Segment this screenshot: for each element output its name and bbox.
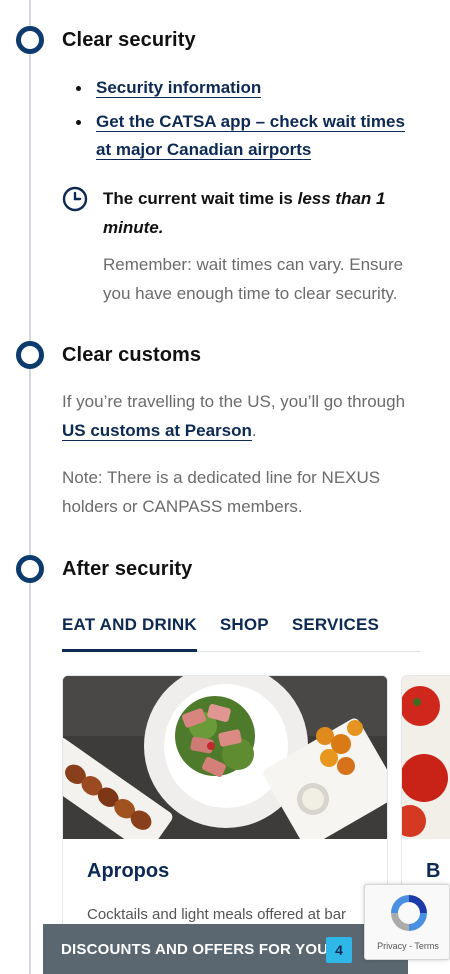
venue-name: Apropos [87, 860, 170, 882]
timeline-line [29, 0, 31, 974]
clock-icon [62, 186, 88, 212]
venue-description: Cocktails and light meals offered at bar [87, 906, 347, 923]
food-photo [402, 676, 450, 839]
wait-time-box: The current wait time is less than 1 min… [62, 184, 432, 308]
us-customs-link[interactable]: US customs at Pearson [62, 421, 252, 441]
customs-text: If you’re travelling to the US, you’ll g… [62, 392, 406, 441]
list-item: Get the CATSA app – check wait times at … [74, 108, 424, 164]
tab-eat-and-drink[interactable]: EAT AND DRINK [62, 612, 197, 652]
discounts-offers-label: DISCOUNTS AND OFFERS FOR YOU [61, 940, 329, 958]
discounts-offers-bar[interactable]: DISCOUNTS AND OFFERS FOR YOU 4 [43, 924, 408, 974]
venue-photo [402, 676, 450, 839]
recaptcha-logo-icon [391, 895, 427, 931]
wait-time-text: The current wait time is less than 1 min… [103, 189, 386, 237]
step-marker-after-security [16, 555, 44, 583]
tab-services[interactable]: SERVICES [292, 612, 379, 652]
food-photo [63, 676, 387, 839]
recaptcha-badge[interactable]: Privacy - Terms [364, 884, 450, 960]
venue-name: B [426, 860, 441, 882]
step-title-customs: Clear customs [62, 344, 202, 366]
step-marker-security [16, 26, 44, 54]
security-information-link[interactable]: Security information [96, 78, 262, 98]
list-item: Security information [74, 74, 424, 102]
step-marker-customs [16, 341, 44, 369]
security-links-list: Security information Get the CATSA app –… [74, 74, 424, 170]
after-security-tabs: EAT AND DRINK SHOP SERVICES [62, 612, 420, 652]
step-title-after-security: After security [62, 558, 193, 580]
venue-photo [63, 676, 387, 839]
wait-time-note: Remember: wait times can vary. Ensure yo… [103, 255, 404, 303]
offers-count-badge: 4 [326, 937, 352, 963]
catsa-app-link[interactable]: Get the CATSA app – check wait times at … [96, 112, 405, 160]
step-title-security: Clear security [62, 29, 196, 51]
tab-shop[interactable]: SHOP [220, 612, 269, 652]
customs-note: Note: There is a dedicated line for NEXU… [62, 468, 381, 516]
recaptcha-privacy-terms[interactable]: Privacy - Terms [365, 941, 450, 951]
